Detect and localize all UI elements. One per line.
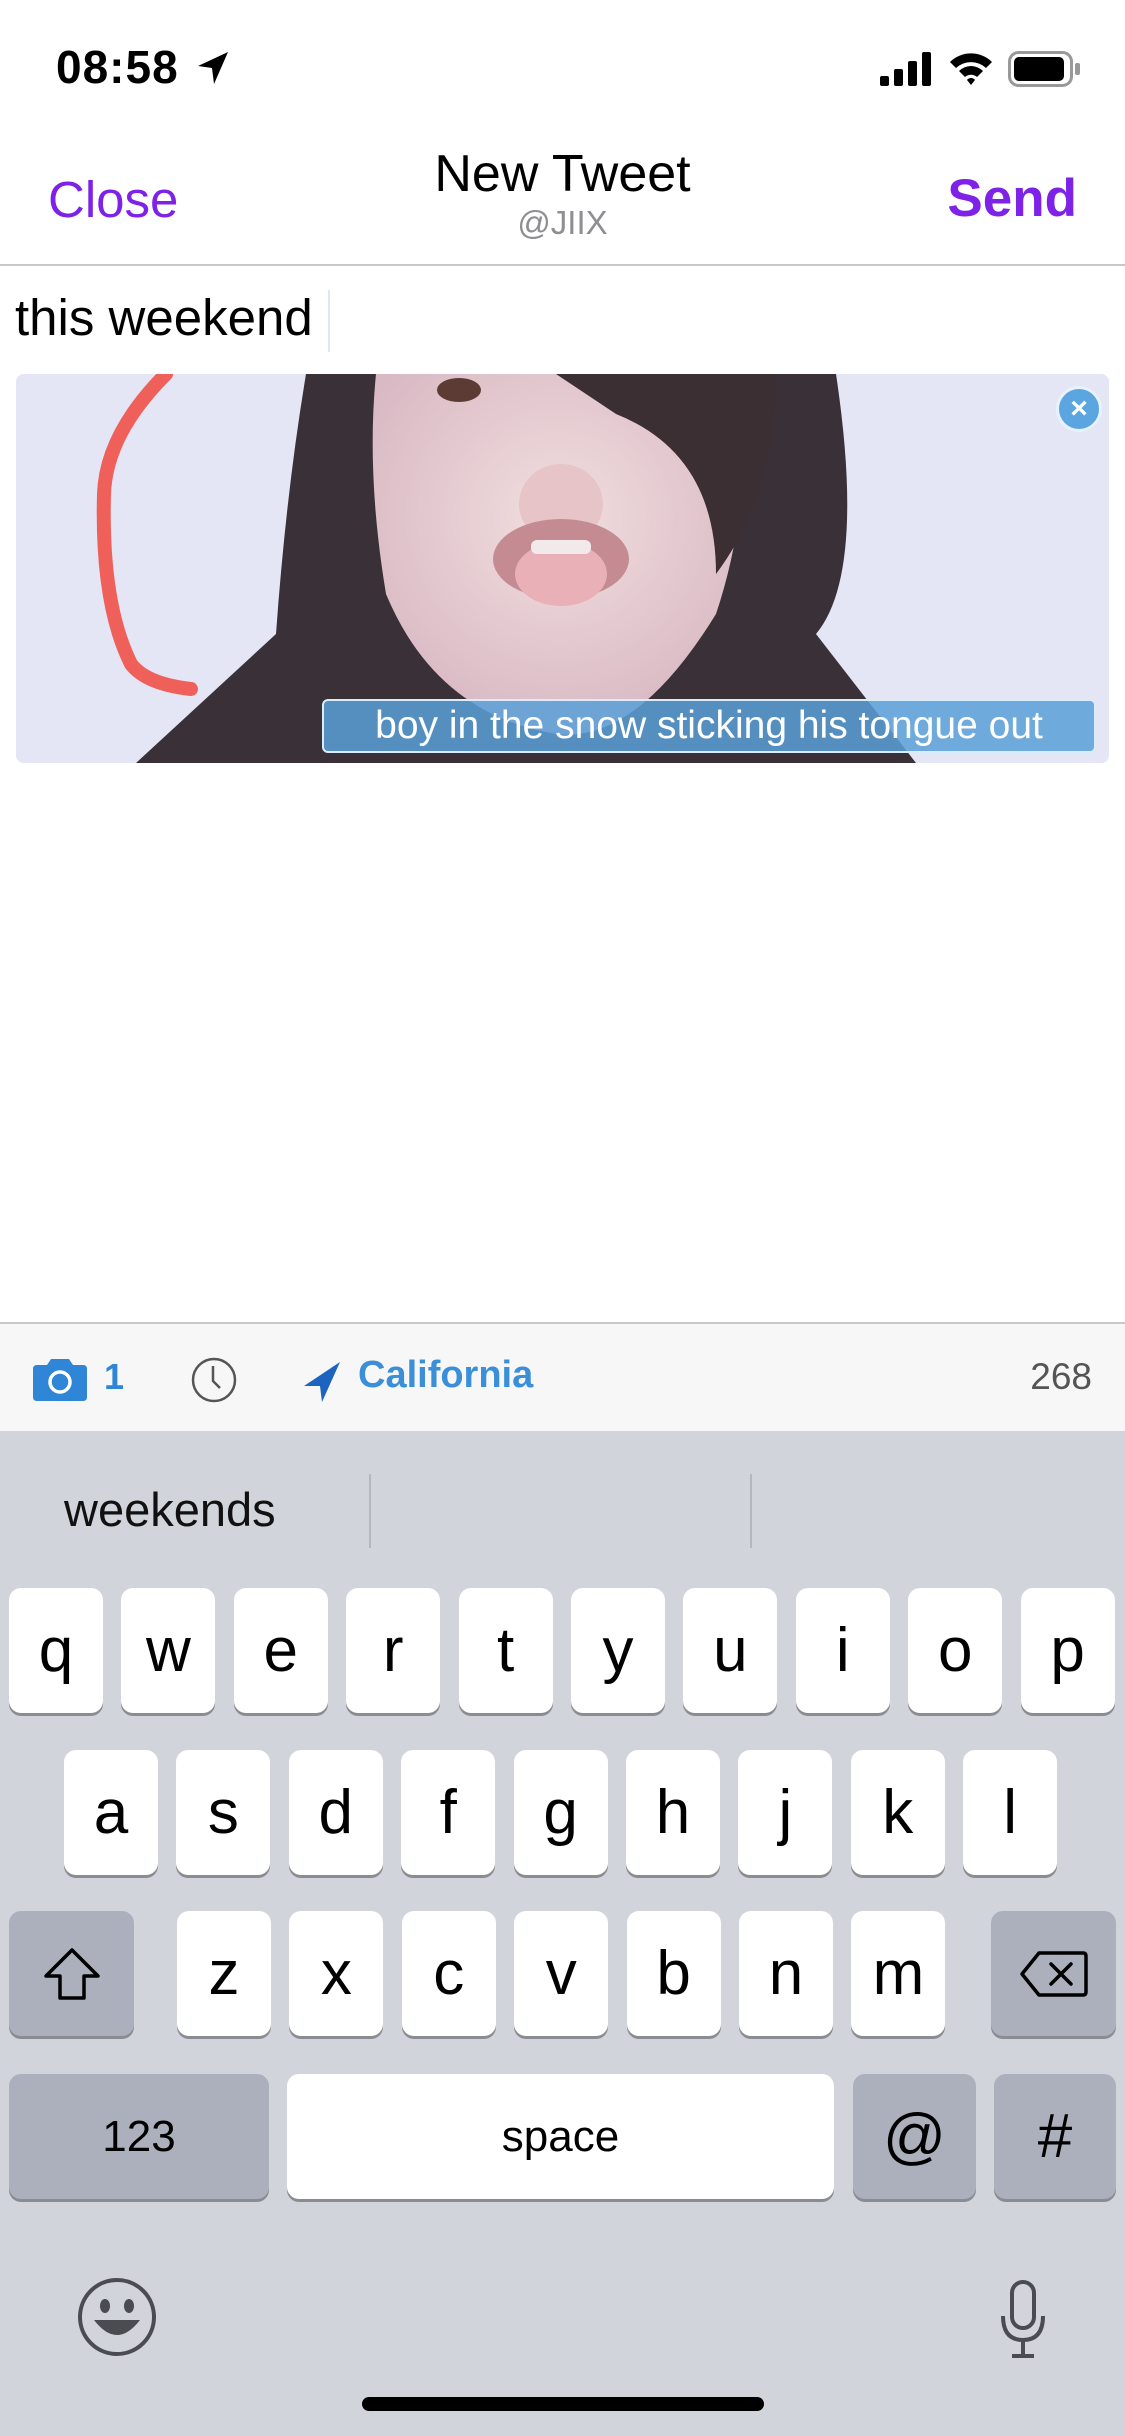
key-n[interactable]: n [739, 1911, 833, 2036]
key-x[interactable]: x [289, 1911, 384, 2036]
suggestion-divider [369, 1474, 371, 1548]
tweet-text-input[interactable]: this weekend [15, 288, 313, 347]
at-key[interactable]: @ [853, 2074, 976, 2199]
compose-toolbar [0, 1322, 1125, 1433]
key-o[interactable]: o [908, 1588, 1003, 1713]
key-i[interactable]: i [795, 1588, 890, 1713]
remove-photo-button[interactable]: × [1056, 386, 1102, 432]
key-c[interactable]: c [401, 1911, 496, 2036]
home-indicator[interactable] [362, 2397, 764, 2411]
wifi-icon [950, 53, 992, 85]
delete-key[interactable] [991, 1911, 1116, 2036]
key-r[interactable]: r [346, 1588, 441, 1713]
text-caret [328, 290, 330, 352]
numbers-key[interactable]: 123 [9, 2074, 269, 2199]
backspace-icon [1019, 1950, 1088, 1997]
shift-key[interactable] [9, 1911, 134, 2036]
close-circle-icon: × [1070, 392, 1088, 425]
shift-icon [43, 1947, 100, 2000]
signal-icon [880, 52, 931, 86]
key-s[interactable]: s [176, 1750, 271, 1875]
key-w[interactable]: w [121, 1588, 216, 1713]
key-a[interactable]: a [64, 1750, 158, 1875]
camera-icon[interactable] [33, 1357, 87, 1401]
divider [0, 264, 1125, 266]
key-f[interactable]: f [401, 1750, 496, 1875]
key-y[interactable]: y [571, 1588, 665, 1713]
suggestion-1[interactable]: weekends [64, 1482, 276, 1537]
character-count: 268 [1030, 1356, 1092, 1397]
hash-key[interactable]: # [994, 2074, 1116, 2199]
key-g[interactable]: g [513, 1750, 608, 1875]
status-time: 08:58 [56, 41, 179, 93]
key-u[interactable]: u [683, 1588, 778, 1713]
clock-icon[interactable] [190, 1356, 238, 1404]
location-arrow-icon[interactable] [302, 1360, 342, 1404]
key-v[interactable]: v [514, 1911, 609, 2036]
key-l[interactable]: l [963, 1750, 1058, 1875]
key-e[interactable]: e [233, 1588, 328, 1713]
key-q[interactable]: q [9, 1588, 103, 1713]
photo-alt-text[interactable]: boy in the snow sticking his tongue out [322, 699, 1096, 753]
key-z[interactable]: z [177, 1911, 271, 2036]
microphone-icon[interactable] [998, 2280, 1048, 2360]
key-d[interactable]: d [288, 1750, 383, 1875]
key-p[interactable]: p [1020, 1588, 1115, 1713]
location-arrow-icon [198, 52, 228, 84]
key-h[interactable]: h [626, 1750, 720, 1875]
key-k[interactable]: k [850, 1750, 945, 1875]
space-key[interactable]: space [287, 2074, 834, 2199]
suggestion-divider [750, 1474, 752, 1548]
send-button[interactable]: Send [947, 168, 1077, 229]
key-j[interactable]: j [738, 1750, 833, 1875]
key-t[interactable]: t [458, 1588, 553, 1713]
battery-icon [1008, 51, 1080, 87]
key-b[interactable]: b [626, 1911, 721, 2036]
key-m[interactable]: m [851, 1911, 946, 2036]
emoji-icon[interactable] [76, 2276, 158, 2358]
location-button[interactable]: California [358, 1354, 533, 1397]
photo-count: 1 [104, 1356, 125, 1397]
